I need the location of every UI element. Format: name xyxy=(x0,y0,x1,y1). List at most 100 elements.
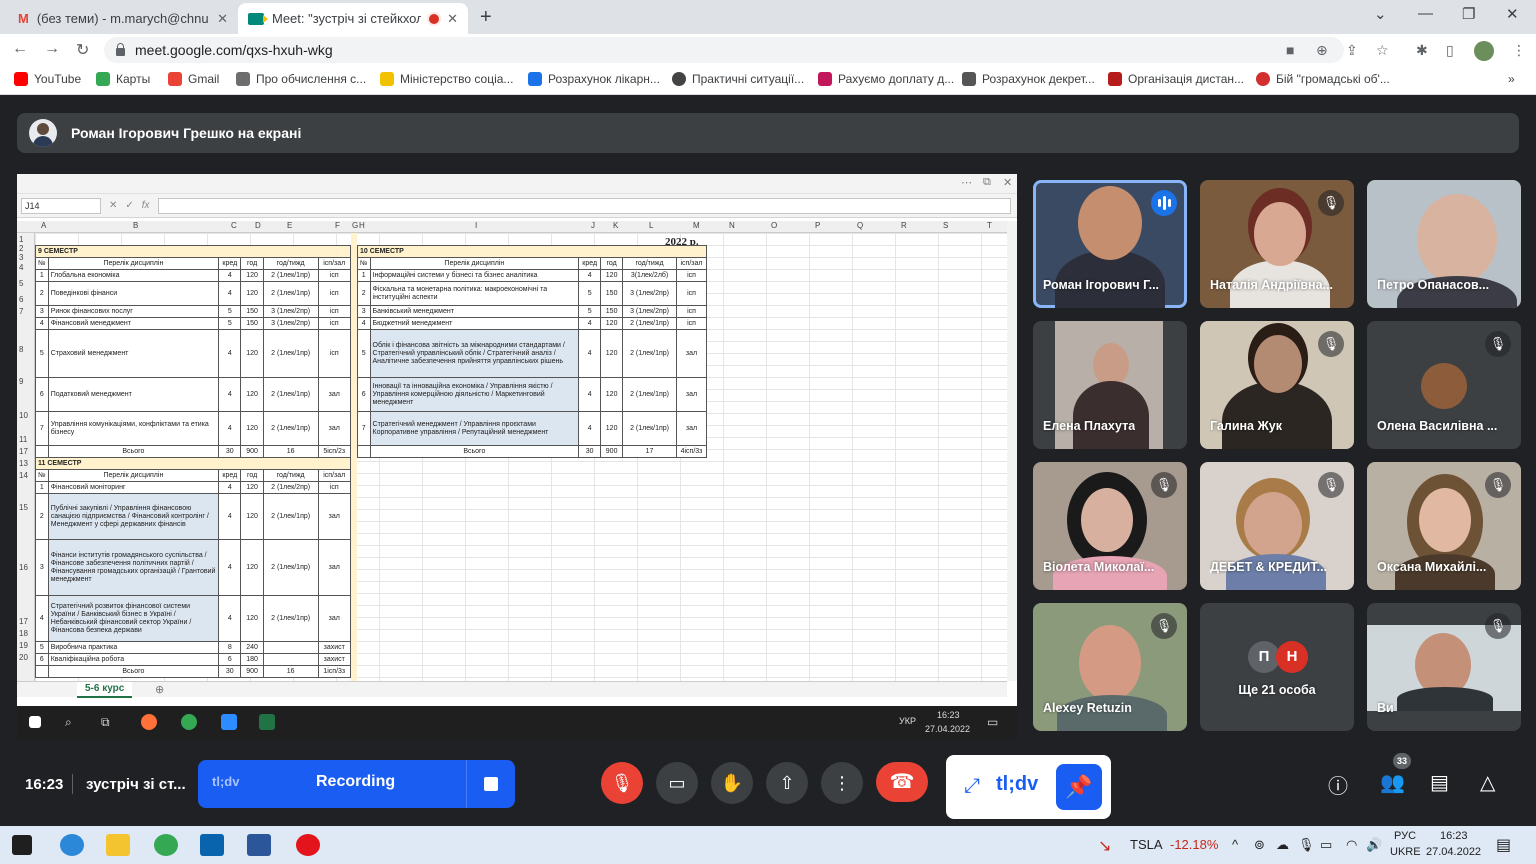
language-secondary[interactable]: UKRE xyxy=(1390,846,1421,858)
table-cell[interactable]: Податковий менеджмент xyxy=(47,377,220,412)
table-cell[interactable]: 1 xyxy=(35,269,49,282)
row-header[interactable]: 2 xyxy=(19,244,23,253)
table-cell[interactable]: 2 (1лек/1пр) xyxy=(262,493,319,540)
new-tab-button[interactable]: + xyxy=(480,6,492,29)
windows-start-icon[interactable] xyxy=(12,835,32,855)
row-header[interactable]: 10 xyxy=(19,411,28,420)
pin-button[interactable]: 📌 xyxy=(1056,764,1102,810)
table-cell[interactable]: ісп xyxy=(317,269,351,282)
table-cell[interactable]: 3 xyxy=(357,305,371,318)
name-box[interactable]: J14 xyxy=(21,197,101,214)
table-cell[interactable]: 30 xyxy=(578,445,602,458)
participant-tile[interactable]: Роман Ігорович Г... xyxy=(1033,180,1187,308)
tab-meet[interactable]: Meet: "зустріч зі стейкхолдерами" ✕ xyxy=(238,3,468,34)
table-cell[interactable]: 4 xyxy=(357,317,371,330)
battery-icon[interactable]: ▭ xyxy=(1320,837,1332,853)
bookmark-item[interactable]: YouTube xyxy=(14,72,81,86)
bookmark-item[interactable]: Розрахунок лікарн... xyxy=(528,72,660,86)
table-cell[interactable]: захист xyxy=(317,653,351,666)
row-header[interactable]: 19 xyxy=(19,641,28,650)
sheet-tab[interactable]: 5-6 курс xyxy=(77,682,133,698)
tray-app-icon[interactable]: ⊚ xyxy=(1254,837,1265,853)
table-cell[interactable]: захист xyxy=(317,641,351,654)
table-cell[interactable]: 5 xyxy=(35,329,49,378)
wifi-icon[interactable]: ◠ xyxy=(1346,837,1357,853)
table-cell[interactable]: 2 (1лек/1пр) xyxy=(262,595,319,642)
bookmark-item[interactable]: Про обчислення с... xyxy=(236,72,366,86)
table-cell[interactable]: 2 (1лек/1пр) xyxy=(262,377,319,412)
table-cell[interactable]: 4 xyxy=(218,411,242,446)
table-cell[interactable]: 120 xyxy=(240,329,264,378)
column-header[interactable]: B xyxy=(133,221,138,230)
forward-icon[interactable]: → xyxy=(44,40,60,58)
table-cell[interactable]: Глобальна економіка xyxy=(47,269,220,282)
table-cell[interactable]: 180 xyxy=(240,653,264,666)
participant-tile[interactable]: Елена Плахута xyxy=(1033,321,1187,449)
row-header[interactable]: 11 xyxy=(19,435,27,444)
tray-chevron-icon[interactable]: ^ xyxy=(1232,837,1238,852)
column-header[interactable]: D xyxy=(255,221,261,230)
column-header[interactable]: P xyxy=(815,221,820,230)
table-cell[interactable]: 120 xyxy=(240,269,264,282)
table-cell[interactable]: 5 xyxy=(218,317,242,330)
system-date[interactable]: 27.04.2022 xyxy=(1426,846,1481,858)
table-cell[interactable]: 150 xyxy=(240,317,264,330)
table-cell[interactable]: 3 xyxy=(35,305,49,318)
table-cell[interactable]: 3(1лек/2лб) xyxy=(622,269,677,282)
column-header[interactable]: L xyxy=(649,221,653,230)
table-cell[interactable]: 900 xyxy=(240,665,264,678)
sidepanel-icon[interactable]: ▯ xyxy=(1446,42,1454,59)
table-cell[interactable]: 4 xyxy=(578,317,602,330)
table-cell[interactable]: 3 xyxy=(35,539,49,596)
participant-tile[interactable]: 🎙 Alexey Retuzin xyxy=(1033,603,1187,731)
close-window-button[interactable]: ✕ xyxy=(1506,5,1519,23)
table-cell[interactable]: зал xyxy=(317,377,351,412)
table-cell[interactable]: Всього xyxy=(369,445,580,458)
table-cell[interactable] xyxy=(35,665,49,678)
table-cell[interactable] xyxy=(262,653,319,666)
column-header[interactable]: M xyxy=(693,221,700,230)
opera-icon[interactable] xyxy=(296,834,320,856)
zoom-icon[interactable]: ⊕ xyxy=(1316,42,1328,59)
column-header[interactable]: R xyxy=(901,221,907,230)
extensions-icon[interactable]: ✱ xyxy=(1416,42,1428,59)
table-cell[interactable]: 900 xyxy=(600,445,624,458)
table-cell[interactable]: Бюджетний менеджмент xyxy=(369,317,580,330)
table-cell[interactable]: Фіскальна та монетарна політика: макроек… xyxy=(369,281,580,306)
vertical-scrollbar[interactable] xyxy=(1007,221,1017,681)
row-header[interactable]: 5 xyxy=(19,279,23,288)
mail-icon[interactable] xyxy=(200,834,224,856)
table-cell[interactable]: 4 xyxy=(578,269,602,282)
table-cell[interactable]: ісп xyxy=(317,305,351,318)
expand-icon[interactable]: ⤢ xyxy=(964,775,980,798)
more-bookmarks-icon[interactable]: » xyxy=(1508,72,1515,86)
bookmark-item[interactable]: Карты xyxy=(96,72,150,86)
column-header[interactable]: S xyxy=(943,221,948,230)
bookmark-item[interactable]: Gmail xyxy=(168,72,219,86)
table-cell[interactable]: 2 (1лек/1пр) xyxy=(622,317,677,330)
restore-button[interactable]: ❐ xyxy=(1462,5,1475,23)
row-header[interactable]: 4 xyxy=(19,263,23,272)
table-cell[interactable]: 6 xyxy=(35,377,49,412)
table-cell[interactable]: 4 xyxy=(218,269,242,282)
table-cell[interactable]: 30 xyxy=(218,445,242,458)
row-header[interactable]: 17 xyxy=(19,447,28,456)
table-cell[interactable]: Всього xyxy=(47,665,220,678)
table-cell[interactable]: Фінанси інститутів громадянського суспіл… xyxy=(47,539,220,596)
table-cell[interactable]: ісп xyxy=(317,317,351,330)
row-header[interactable]: 13 xyxy=(19,459,28,468)
row-header[interactable]: 16 xyxy=(19,563,28,572)
table-cell[interactable]: Інновації та інноваційна економіка / Упр… xyxy=(369,377,580,412)
table-cell[interactable]: 30 xyxy=(218,665,242,678)
table-cell[interactable]: 1ісп/3з xyxy=(317,665,351,678)
column-header[interactable]: O xyxy=(771,221,777,230)
participant-tile[interactable]: 🎙 Наталія Андріївна... xyxy=(1200,180,1354,308)
table-cell[interactable]: 150 xyxy=(600,281,624,306)
table-cell[interactable]: зал xyxy=(317,595,351,642)
minimize-button[interactable]: — xyxy=(1418,5,1433,22)
add-sheet-icon[interactable]: ⊕ xyxy=(155,683,164,696)
table-cell[interactable]: ісп xyxy=(676,317,707,330)
table-cell[interactable]: 2 xyxy=(35,281,49,306)
table-cell[interactable]: 4 xyxy=(35,317,49,330)
table-cell[interactable]: ісп xyxy=(317,329,351,378)
